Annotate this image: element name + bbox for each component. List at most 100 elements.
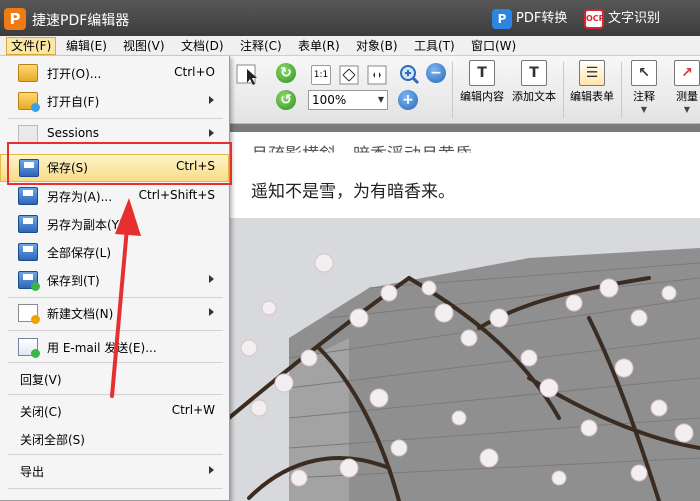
file-menu-save-as[interactable]: 另存为(A)... Ctrl+Shift+S [0, 183, 229, 209]
folder-web-icon [18, 92, 40, 112]
file-menu-save-as-shortcut: Ctrl+Shift+S [138, 188, 215, 202]
add-text-button[interactable]: T 添加文本 [508, 60, 560, 104]
file-menu-save-as-label: 另存为(A)... [47, 190, 113, 204]
edit-content-label: 编辑内容 [460, 90, 504, 103]
ocr-button[interactable]: OCR 文字识别 [584, 8, 660, 30]
zoom-select[interactable]: 100% ▼ [308, 90, 388, 110]
menu-separator [8, 394, 223, 395]
edit-content-icon: T [469, 60, 495, 86]
add-text-label: 添加文本 [512, 90, 556, 103]
chevron-down-icon: ▼ [377, 95, 384, 104]
document-photo [229, 218, 700, 501]
file-menu-open-shortcut: Ctrl+O [174, 65, 215, 79]
chevron-down-icon: ▼ [640, 105, 648, 114]
file-menu-dropdown: 打开(O)... Ctrl+O 打开自(F) Sessions 保存(S) Ct… [0, 56, 230, 501]
file-menu-open[interactable]: 打开(O)... Ctrl+O [0, 60, 229, 86]
submenu-arrow-icon [209, 96, 214, 104]
fit-page-icon [339, 65, 359, 85]
pdf-convert-label: PDF转换 [516, 11, 568, 26]
file-menu-close[interactable]: 关闭(C) Ctrl+W [0, 398, 229, 424]
email-envelope-icon [18, 338, 40, 358]
measure-button[interactable]: ↗ 测量 ▼ [670, 60, 700, 114]
menu-separator [8, 454, 223, 455]
file-menu-export-label: 导出 [20, 465, 45, 479]
save-copy-icon [18, 215, 38, 233]
file-menu-email-label: 用 E-mail 发送(E)... [47, 341, 157, 355]
measure-icon: ↗ [674, 60, 700, 86]
menu-file[interactable]: 文件(F) [6, 37, 57, 55]
actual-size-button[interactable]: 1:1 [308, 62, 332, 86]
file-menu-revert[interactable]: 回复(V) [0, 366, 229, 392]
file-menu-email[interactable]: 用 E-mail 发送(E)... [0, 334, 229, 360]
zoom-value: 100% [312, 93, 347, 107]
actual-size-icon: 1:1 [311, 65, 331, 85]
file-menu-new-document[interactable]: 新建文档(N) [0, 300, 229, 326]
add-text-icon: T [521, 60, 547, 86]
edit-form-label: 编辑表单 [570, 90, 614, 103]
rotate-ccw-icon[interactable]: ↺ [276, 90, 296, 110]
toolbar-separator [563, 62, 564, 118]
toolbar-separator [621, 62, 622, 118]
toolbar-separator [452, 62, 453, 118]
save-as-icon [18, 187, 38, 205]
file-menu-export[interactable]: 导出 [0, 458, 229, 484]
save-to-icon [18, 271, 40, 291]
file-menu-save-shortcut: Ctrl+S [175, 159, 215, 173]
menu-form[interactable]: 表单(R) [294, 37, 344, 55]
fit-width-button[interactable] [364, 62, 388, 86]
menu-comment[interactable]: 注释(C) [236, 37, 286, 55]
menu-separator [8, 118, 223, 119]
file-menu-save[interactable]: 保存(S) Ctrl+S [0, 154, 229, 182]
file-menu-open-from[interactable]: 打开自(F) [0, 88, 229, 114]
menu-tools[interactable]: 工具(T) [410, 37, 459, 55]
zoom-area-button[interactable] [396, 62, 420, 85]
menu-window[interactable]: 窗口(W) [467, 37, 520, 55]
document-text-line: 遥知不是雪，为有暗香来。 [251, 182, 455, 202]
select-tool-button[interactable] [234, 62, 264, 86]
edit-form-button[interactable]: ☰ 编辑表单 [566, 60, 618, 104]
ocr-label: 文字识别 [608, 11, 661, 26]
file-menu-close-label: 关闭(C) [20, 405, 62, 419]
file-menu-close-all[interactable]: 关闭全部(S) [0, 426, 229, 452]
file-menu-save-copy[interactable]: 另存为副本(Y)... [0, 211, 229, 237]
chevron-down-icon: ▼ [683, 105, 691, 114]
menu-separator [8, 297, 223, 298]
file-menu-open-label: 打开(O)... [47, 67, 102, 81]
fit-width-icon [367, 65, 387, 85]
zoom-area-icon [400, 65, 420, 85]
file-menu-save-label: 保存(S) [47, 161, 88, 175]
menu-separator [8, 330, 223, 331]
folder-open-icon [18, 64, 38, 82]
pdf-convert-button[interactable]: P PDF转换 [492, 8, 567, 30]
file-menu-close-shortcut: Ctrl+W [171, 403, 215, 417]
rotate-cw-icon[interactable]: ↻ [276, 63, 296, 83]
edit-form-icon: ☰ [579, 60, 605, 86]
file-menu-save-all[interactable]: 全部保存(L) [0, 239, 229, 265]
submenu-arrow-icon [209, 129, 214, 137]
menu-view[interactable]: 视图(V) [119, 37, 169, 55]
menu-edit[interactable]: 编辑(E) [62, 37, 111, 55]
submenu-arrow-icon [209, 466, 214, 474]
title-bar: P 捷速PDF编辑器 P PDF转换 OCR 文字识别 [0, 0, 700, 36]
file-menu-close-all-label: 关闭全部(S) [20, 433, 85, 447]
ocr-icon: OCR [584, 8, 605, 29]
app-logo-icon[interactable]: P [4, 8, 26, 30]
zoom-in-icon[interactable]: + [398, 90, 418, 110]
file-menu-sessions-label: Sessions [47, 126, 100, 140]
file-menu-sessions[interactable]: Sessions [0, 121, 229, 147]
menu-separator [8, 362, 223, 363]
menu-separator [8, 488, 223, 489]
document-page[interactable]: 月疏影横斜，暗香浮动月黄昏。 遥知不是雪，为有暗香来。 [229, 132, 700, 501]
file-menu-save-to[interactable]: 保存到(T) [0, 267, 229, 293]
fit-page-button[interactable] [336, 62, 360, 86]
submenu-arrow-icon [209, 308, 214, 316]
save-disk-icon [19, 159, 39, 177]
annotate-button[interactable]: ↖ 注释 ▼ [624, 60, 664, 114]
menu-object[interactable]: 对象(B) [352, 37, 402, 55]
zoom-out-icon[interactable]: − [426, 63, 446, 83]
menu-bar: 文件(F) 编辑(E) 视图(V) 文档(D) 注释(C) 表单(R) 对象(B… [0, 36, 700, 56]
edit-content-button[interactable]: T 编辑内容 [456, 60, 508, 104]
file-menu-open-from-label: 打开自(F) [47, 95, 100, 109]
menu-document[interactable]: 文档(D) [177, 37, 228, 55]
file-menu-new-document-label: 新建文档(N) [47, 307, 114, 321]
